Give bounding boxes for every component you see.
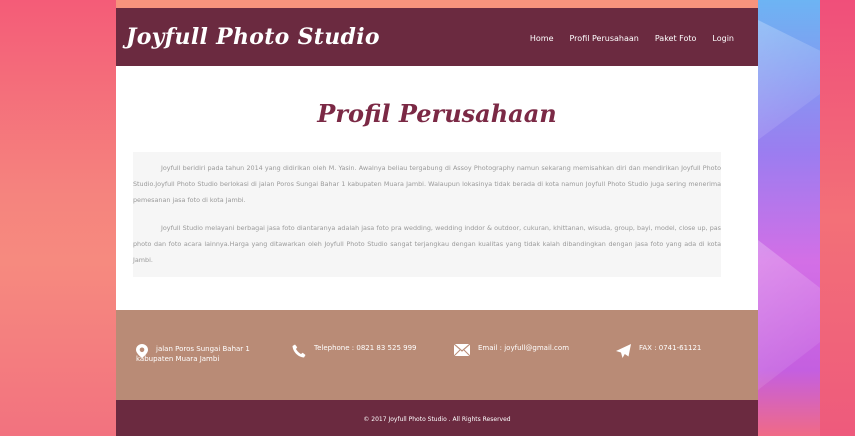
footer-bar: © 2017 Joyfull Photo Studio . All Rights… (116, 400, 758, 436)
nav-paket-foto[interactable]: Paket Foto (655, 34, 697, 43)
profile-text-panel: Joyfull beridiri pada tahun 2014 yang di… (133, 152, 721, 277)
site-container: Joyfull Photo Studio Home Profil Perusah… (116, 0, 758, 436)
background-left-gradient (0, 0, 116, 436)
brand-logo[interactable]: Joyfull Photo Studio (126, 24, 380, 50)
telephone-text: Telephone : 0821 83 525 999 (314, 344, 417, 352)
envelope-icon (453, 343, 471, 358)
address-line: kabupaten Muara Jambi (136, 355, 220, 363)
nav-home[interactable]: Home (530, 34, 554, 43)
main-nav: Home Profil Perusahaan Paket Foto Login (530, 34, 734, 43)
page-title: Profil Perusahaan (317, 99, 557, 128)
nav-profil-perusahaan[interactable]: Profil Perusahaan (570, 34, 639, 43)
footer-email: Email : joyfull@gmail.com (453, 343, 570, 358)
main-content: Profil Perusahaan Joyfull beridiri pada … (116, 66, 758, 310)
address-line: jalan Poros Sungai Bahar 1 (156, 345, 250, 353)
profile-paragraph: Joyfull Studio melayani berbagai jasa fo… (133, 224, 721, 264)
top-navbar: Joyfull Photo Studio Home Profil Perusah… (116, 8, 758, 66)
footer-address: jalan Poros Sungai Bahar 1 kabupaten Mua… (136, 344, 250, 364)
fax-text: FAX : 0741-61121 (639, 344, 702, 352)
paper-plane-icon (616, 344, 631, 360)
profile-paragraph: Joyfull beridiri pada tahun 2014 yang di… (133, 164, 721, 204)
email-text: Email : joyfull@gmail.com (478, 344, 570, 352)
nav-login[interactable]: Login (712, 34, 734, 43)
phone-icon (292, 344, 306, 360)
copyright-text: © 2017 Joyfull Photo Studio . All Rights… (363, 416, 511, 423)
footer-contact: jalan Poros Sungai Bahar 1 kabupaten Mua… (116, 310, 758, 400)
footer-telephone: Telephone : 0821 83 525 999 (292, 344, 416, 360)
background-right-gradient (758, 0, 855, 436)
footer-fax: FAX : 0741-61121 (616, 344, 701, 360)
background-edge (820, 0, 855, 436)
